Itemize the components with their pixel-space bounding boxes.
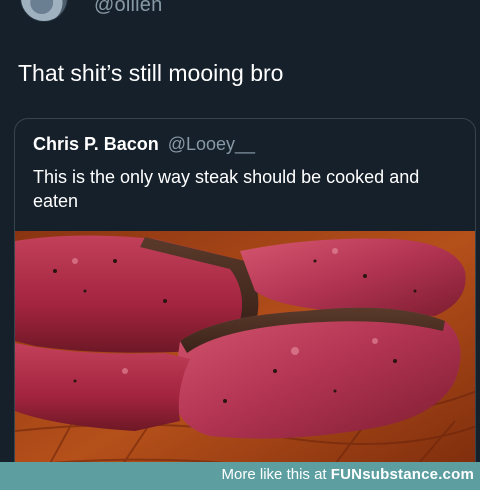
watermark-text[interactable]: More like this at FUNsubstance.com: [222, 466, 474, 483]
steak-slice-mid: [15, 343, 190, 431]
quoted-author-name[interactable]: Chris P. Bacon: [33, 134, 159, 154]
watermark-prefix: More like this at: [221, 466, 327, 483]
tweet-author-strip: @ollien: [0, 0, 480, 40]
watermark-brand[interactable]: FUNsubstance.com: [331, 466, 474, 483]
quoted-author-handle[interactable]: @Looey__: [168, 134, 255, 154]
quoted-tweet-card[interactable]: Chris P. Bacon @Looey__ This is the only…: [14, 118, 476, 490]
steak-photo[interactable]: [15, 231, 476, 490]
avatar[interactable]: [20, 0, 68, 22]
author-handle[interactable]: @ollien: [94, 0, 162, 17]
quoted-tweet-header: Chris P. Bacon @Looey__: [33, 133, 255, 155]
watermark-bar: More like this at FUNsubstance.com: [0, 462, 480, 490]
quoted-tweet-text: This is the only way steak should be coo…: [33, 167, 420, 211]
tweet-text: That shit’s still mooing bro: [18, 60, 284, 86]
